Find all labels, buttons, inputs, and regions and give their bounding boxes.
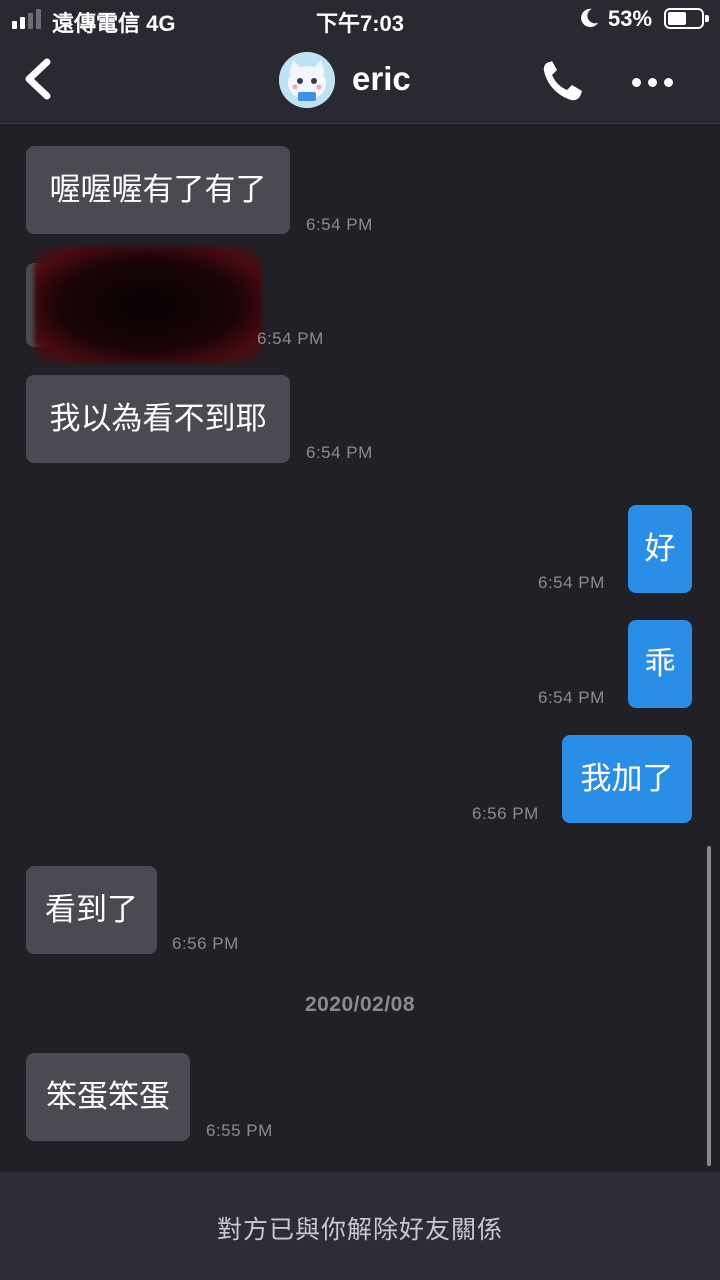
outgoing-message-bubble[interactable]: 乖 bbox=[628, 620, 692, 708]
incoming-message-bubble[interactable]: 我以為看不到耶 bbox=[26, 375, 290, 463]
incoming-message-bubble[interactable]: 喔喔喔有了有了 bbox=[26, 146, 290, 234]
battery-icon bbox=[664, 8, 709, 29]
message-timestamp: 6:54 PM bbox=[306, 215, 373, 234]
outgoing-message-bubble[interactable]: 好 bbox=[628, 505, 692, 593]
avatar[interactable] bbox=[279, 52, 335, 108]
message-timestamp: 6:56 PM bbox=[172, 934, 239, 953]
phone-icon[interactable] bbox=[538, 58, 588, 104]
message-timestamp: 6:54 PM bbox=[306, 443, 373, 462]
date-separator: 2020/02/08 bbox=[304, 993, 416, 1016]
message-timestamp: 6:54 PM bbox=[257, 329, 324, 348]
moon-icon bbox=[581, 8, 599, 28]
message-timestamp: 6:55 PM bbox=[206, 1121, 273, 1140]
unfriended-banner: 對方已與你解除好友關係 bbox=[0, 1172, 720, 1280]
more-icon[interactable] bbox=[624, 62, 680, 100]
scrollbar[interactable] bbox=[707, 846, 711, 1166]
status-bar: 遠傳電信 4G 下午7:03 53% bbox=[0, 0, 720, 38]
battery-percent: 53% bbox=[608, 6, 653, 31]
redacted-message bbox=[34, 247, 262, 363]
message-timestamp: 6:54 PM bbox=[538, 573, 605, 592]
message-timestamp: 6:54 PM bbox=[538, 688, 605, 707]
unfriended-notice: 對方已與你解除好友關係 bbox=[216, 1215, 503, 1244]
message-timestamp: 6:56 PM bbox=[472, 804, 539, 823]
chat-header: eric bbox=[0, 38, 720, 124]
incoming-message-bubble[interactable]: 笨蛋笨蛋 bbox=[26, 1053, 190, 1141]
contact-name[interactable]: eric bbox=[352, 60, 411, 98]
message-list[interactable]: 喔喔喔有了有了 6:54 PM 6:54 PM 我以為看不到耶 6:54 PM … bbox=[0, 125, 720, 1172]
back-icon[interactable] bbox=[14, 54, 64, 104]
incoming-message-bubble[interactable]: 看到了 bbox=[26, 866, 157, 954]
chat-screen: 遠傳電信 4G 下午7:03 53% eric 喔喔喔有了有了 6:54 PM … bbox=[0, 0, 720, 1280]
outgoing-message-bubble[interactable]: 我加了 bbox=[562, 735, 692, 823]
